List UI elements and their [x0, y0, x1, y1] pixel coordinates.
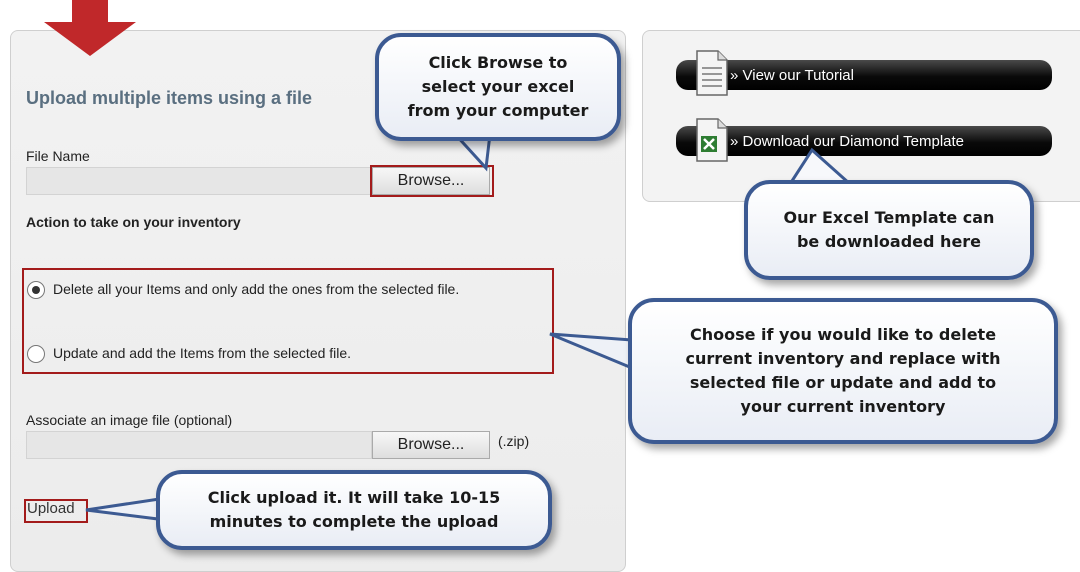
browse-highlight	[370, 165, 494, 197]
template-callout-text: Our Excel Template can be downloaded her…	[783, 208, 995, 251]
page-title: Upload multiple items using a file	[26, 88, 313, 108]
down-arrow-icon	[44, 0, 136, 56]
document-icon	[696, 50, 728, 96]
excel-icon	[696, 118, 728, 162]
browse-callout: Click Browse to select your excel from y…	[375, 33, 621, 141]
action-heading: Action to take on your inventory	[26, 214, 241, 230]
image-file-label: Associate an image file (optional)	[26, 412, 233, 428]
radio-update[interactable]	[27, 345, 45, 363]
browse-callout-text: Click Browse to select your excel from y…	[407, 53, 589, 120]
upload-callout-text: Click upload it. It will take 10-15 minu…	[207, 488, 501, 531]
radio-delete-label: Delete all your Items and only add the o…	[53, 281, 460, 297]
view-tutorial-button[interactable]: » View our Tutorial	[676, 60, 1052, 90]
zip-hint: (.zip)	[498, 433, 530, 449]
view-tutorial-label: » View our Tutorial	[730, 66, 854, 84]
upload-highlight	[24, 499, 88, 523]
image-file-field[interactable]	[26, 431, 372, 459]
template-callout: Our Excel Template can be downloaded her…	[744, 180, 1034, 280]
file-name-label: File Name	[26, 148, 90, 164]
upload-callout: Click upload it. It will take 10-15 minu…	[156, 470, 552, 550]
download-template-label: » Download our Diamond Template	[730, 132, 965, 150]
choose-callout-text: Choose if you would like to delete curre…	[685, 325, 1001, 416]
image-browse-button[interactable]: Browse...	[372, 431, 490, 459]
choose-callout: Choose if you would like to delete curre…	[628, 298, 1058, 444]
radio-update-label: Update and add the Items from the select…	[53, 345, 352, 361]
file-name-field[interactable]	[26, 167, 372, 195]
download-template-button[interactable]: » Download our Diamond Template	[676, 126, 1052, 156]
radio-delete[interactable]	[27, 281, 45, 299]
